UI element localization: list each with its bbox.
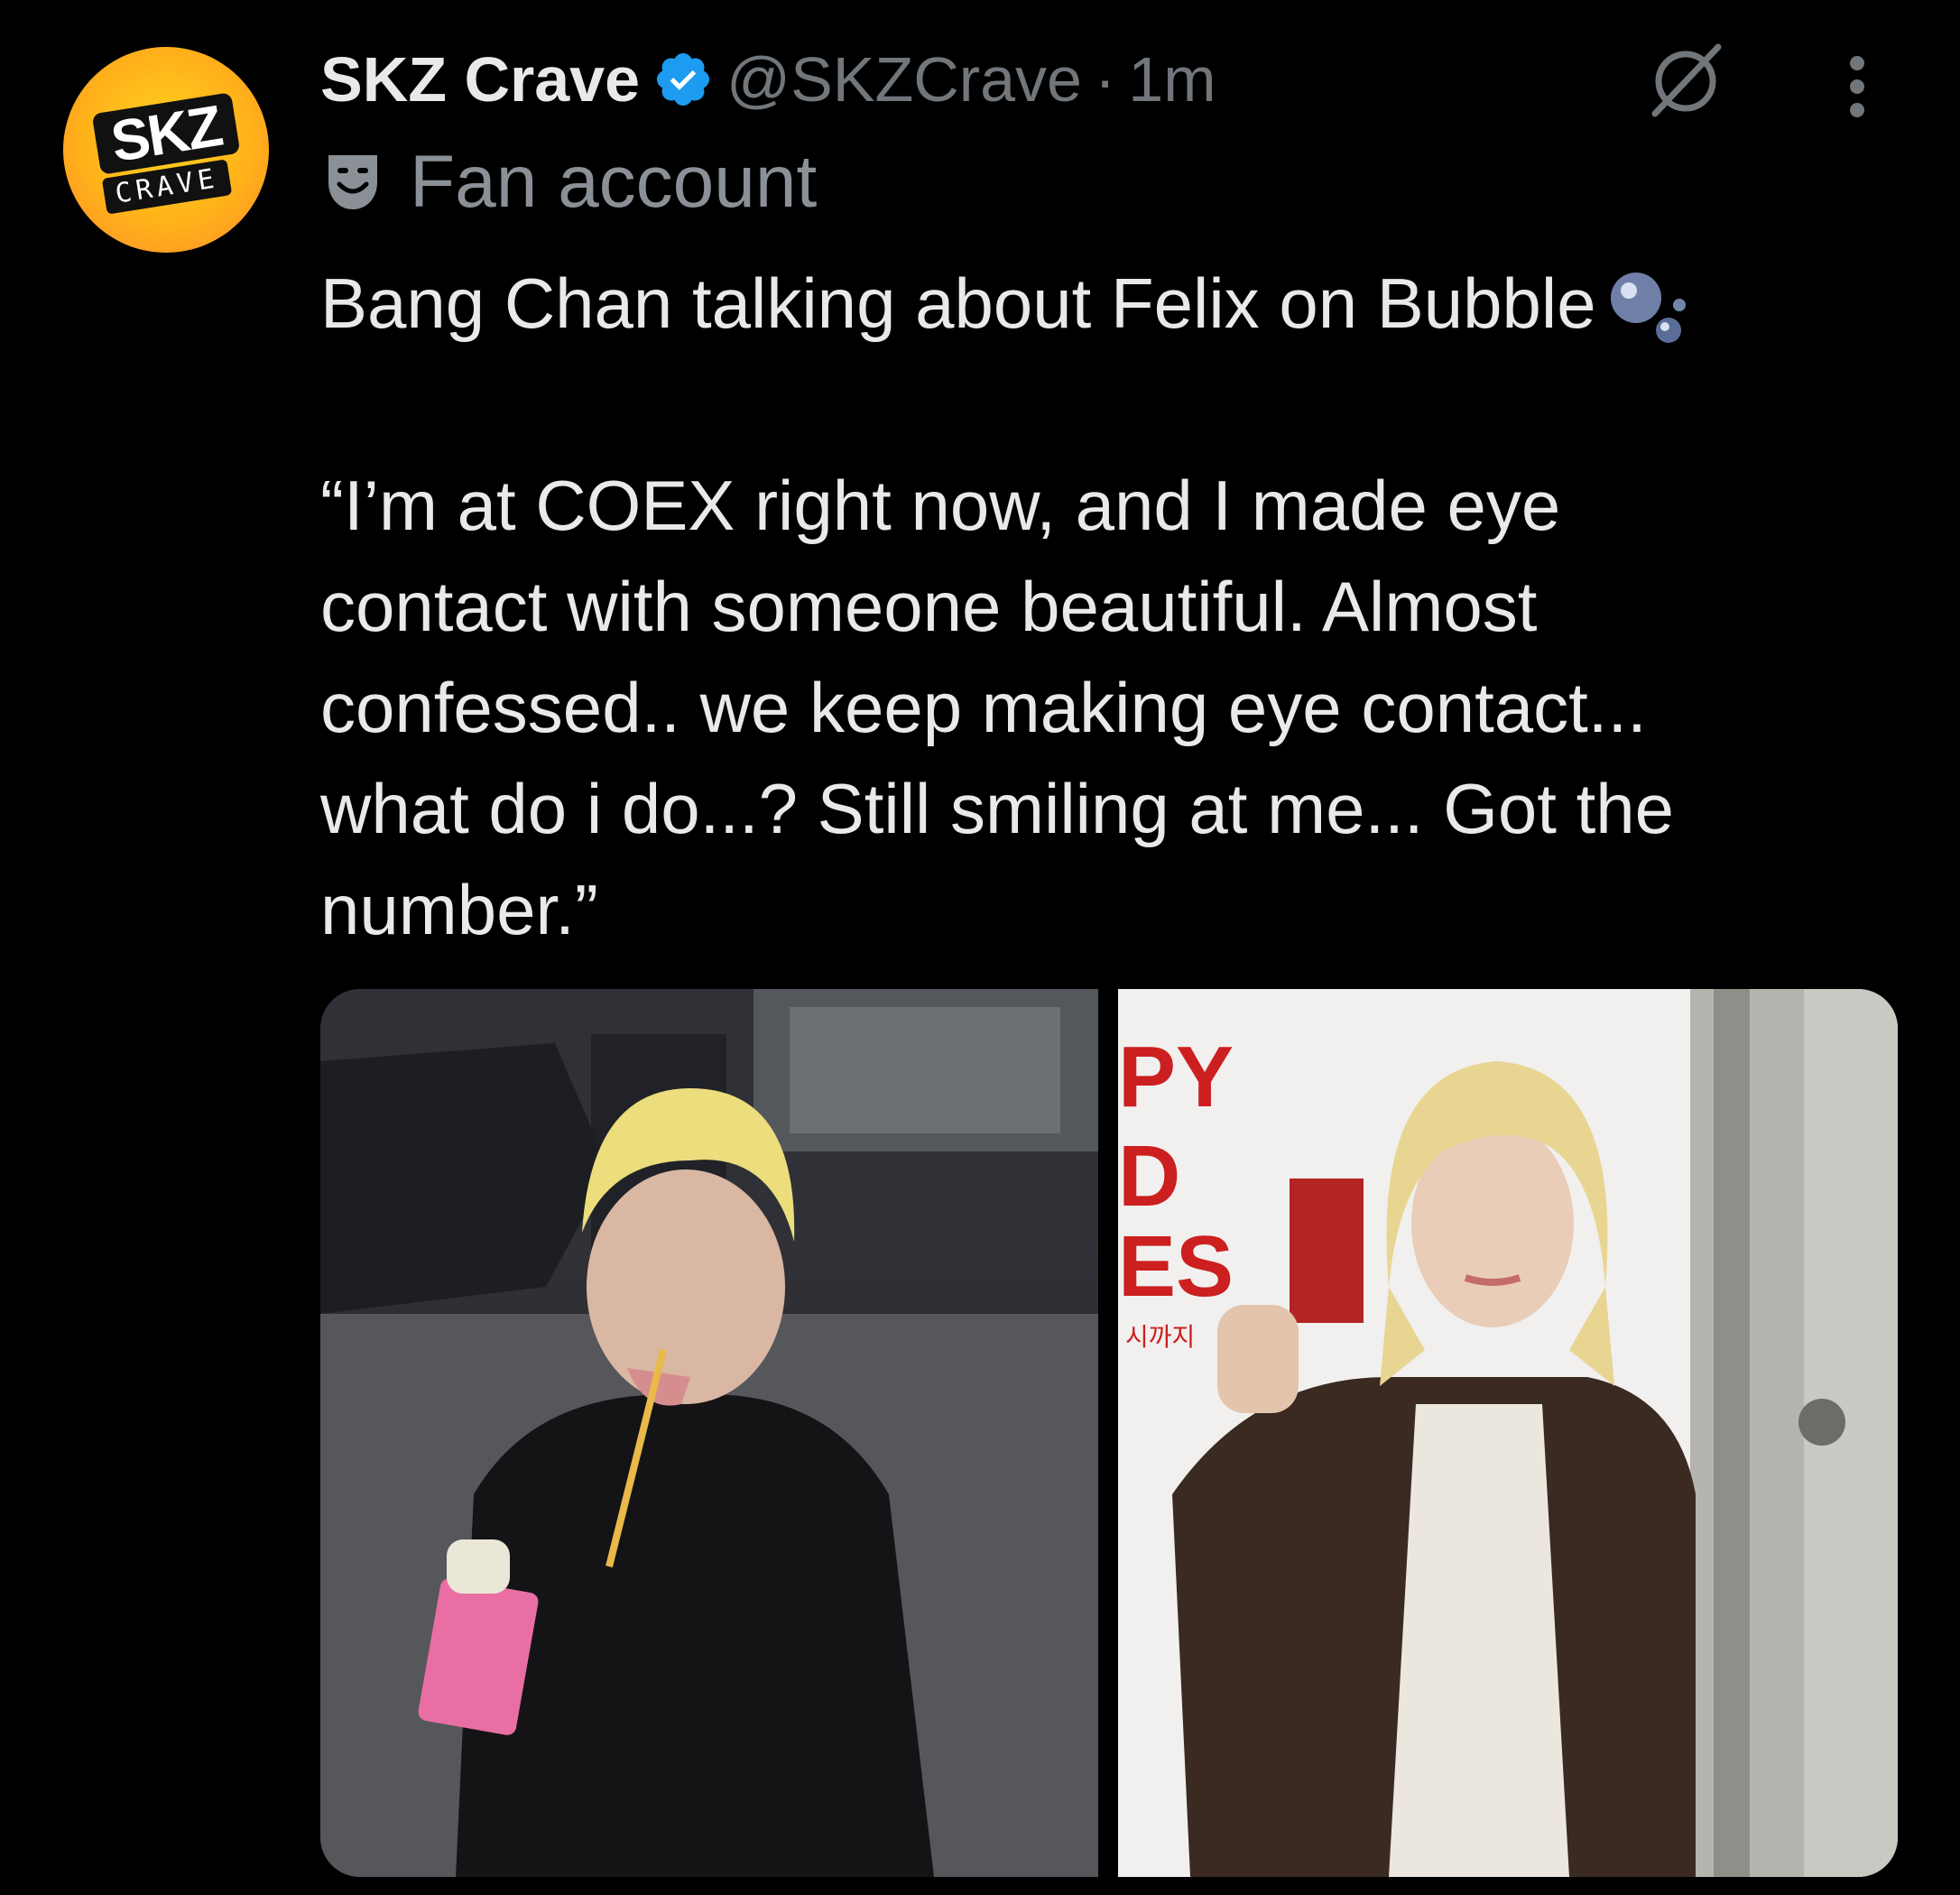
poster-korean-text: 시까지 <box>1125 1322 1195 1352</box>
avatar[interactable]: SKZ CRAVE <box>63 47 269 253</box>
poster-text-2: D <box>1118 1128 1180 1225</box>
photo-right-illustration: PY D ES 시까지 <box>1118 989 1898 1877</box>
tweet-text: Bang Chan talking about Felix on Bubble … <box>320 253 1854 960</box>
poster-text-3: ES <box>1118 1218 1234 1315</box>
verified-badge-icon <box>657 52 710 106</box>
bubbles-emoji-icon <box>1610 273 1686 344</box>
tweet-line-1: Bang Chan talking about Felix on Bubble <box>320 263 1596 343</box>
photo-left-illustration <box>320 989 1098 1877</box>
tweet-quote: “I’m at COEX right now, and I made eye c… <box>320 466 1675 949</box>
photo-bang-chan[interactable] <box>320 989 1098 1877</box>
media-grid: PY D ES 시까지 <box>320 989 1898 1877</box>
display-name[interactable]: SKZ Crave <box>320 43 640 116</box>
photo-felix[interactable]: PY D ES 시까지 <box>1118 989 1898 1877</box>
grok-icon[interactable] <box>1641 34 1731 125</box>
handle[interactable]: @SKZCrave <box>726 43 1082 116</box>
timestamp[interactable]: 1m <box>1128 43 1216 116</box>
theater-mask-icon <box>328 155 377 209</box>
fan-account-label: Fan account <box>410 141 818 223</box>
account-label: Fan account <box>325 137 817 227</box>
separator-dot: · <box>1094 44 1116 115</box>
tweet-header: SKZ Crave @SKZCrave · 1m <box>320 36 1216 123</box>
more-options-icon[interactable] <box>1841 47 1873 128</box>
poster-text-1: PY <box>1118 1029 1234 1125</box>
